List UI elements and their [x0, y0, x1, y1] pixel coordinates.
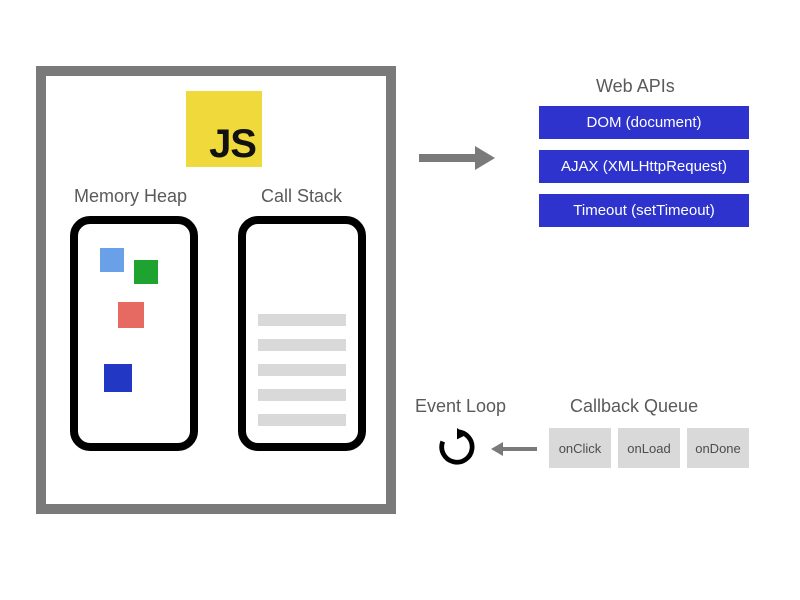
callback-label: onLoad	[627, 441, 670, 456]
callback-item: onClick	[549, 428, 611, 468]
js-logo-text: JS	[209, 122, 256, 167]
web-api-item: DOM (document)	[539, 106, 749, 139]
loop-icon	[438, 428, 476, 466]
callback-queue-title: Callback Queue	[570, 396, 698, 417]
call-stack-box	[238, 216, 366, 451]
heap-object	[104, 364, 132, 392]
callback-label: onClick	[559, 441, 602, 456]
call-stack-label: Call Stack	[261, 186, 342, 207]
web-api-item: AJAX (XMLHttpRequest)	[539, 150, 749, 183]
stack-frame	[258, 389, 346, 401]
js-logo: JS	[186, 91, 262, 167]
memory-heap-label: Memory Heap	[74, 186, 187, 207]
memory-heap-box	[70, 216, 198, 451]
web-api-item: Timeout (setTimeout)	[539, 194, 749, 227]
callback-label: onDone	[695, 441, 741, 456]
web-api-label: AJAX (XMLHttpRequest)	[561, 158, 727, 175]
stack-frame	[258, 414, 346, 426]
web-api-label: Timeout (setTimeout)	[573, 202, 714, 219]
event-loop-title: Event Loop	[415, 396, 506, 417]
js-runtime-container: JS Memory Heap Call Stack	[36, 66, 396, 514]
web-apis-title: Web APIs	[596, 76, 675, 97]
heap-object	[118, 302, 144, 328]
web-api-label: DOM (document)	[586, 114, 701, 131]
arrow-right-icon	[419, 148, 495, 168]
stack-frame	[258, 314, 346, 326]
callback-item: onDone	[687, 428, 749, 468]
stack-frame	[258, 364, 346, 376]
callback-item: onLoad	[618, 428, 680, 468]
stack-frame	[258, 339, 346, 351]
arrow-left-icon	[491, 443, 537, 457]
heap-object	[134, 260, 158, 284]
heap-object	[100, 248, 124, 272]
